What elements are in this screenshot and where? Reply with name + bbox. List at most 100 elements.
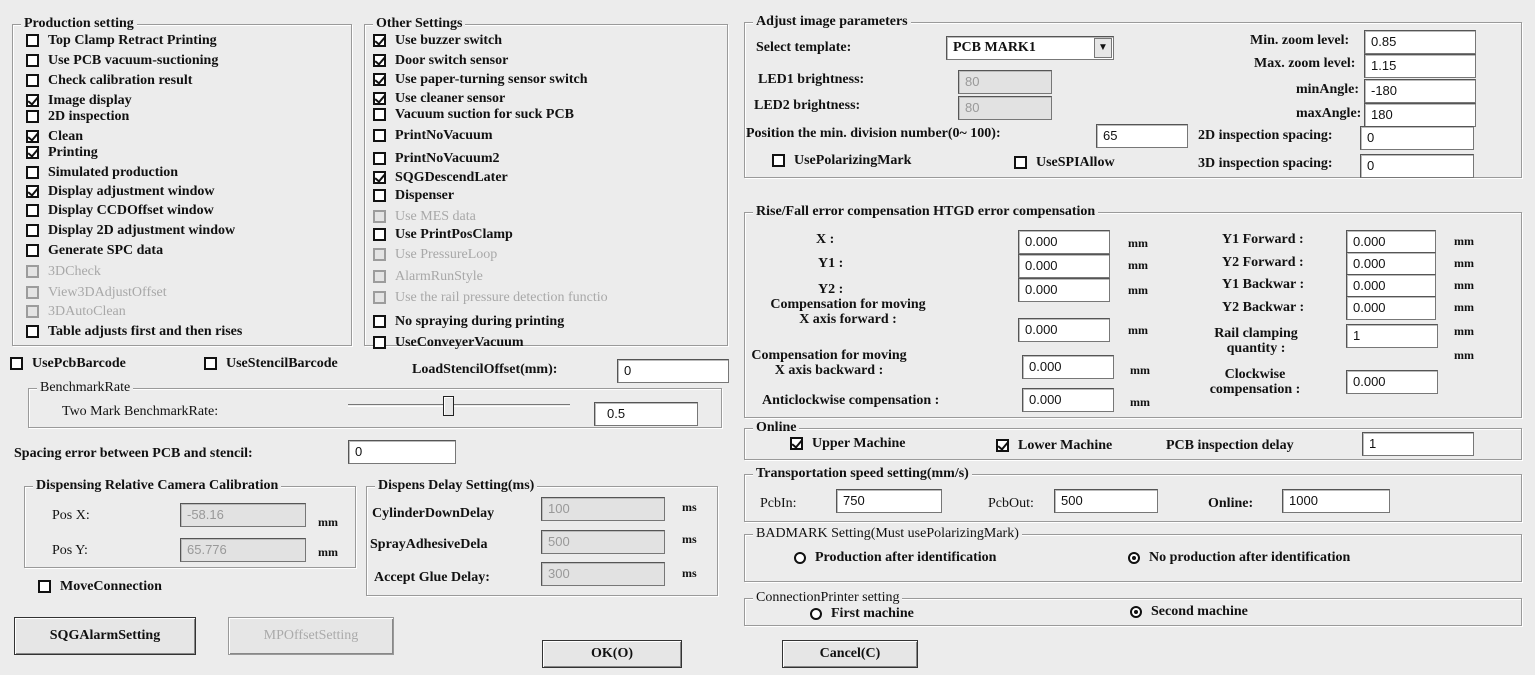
- inspection-2d-spacing-input[interactable]: 0: [1360, 126, 1474, 150]
- checkbox-display-2d-adjustment-window[interactable]: Display 2D adjustment window: [26, 221, 235, 240]
- template-select[interactable]: PCB MARK1 ▼: [946, 36, 1114, 60]
- connection-option-second[interactable]: Second machine: [1130, 604, 1248, 620]
- dispensing-calibration-title: Dispensing Relative Camera Calibration: [33, 478, 282, 494]
- spacing-error-input[interactable]: 0: [348, 440, 456, 464]
- online-speed-input[interactable]: 1000: [1282, 489, 1390, 513]
- inspection-3d-spacing-input[interactable]: 0: [1360, 154, 1474, 178]
- connection-option-second-label: Second machine: [1151, 604, 1248, 619]
- checkbox-vacuum-suction-for-suck-pcb[interactable]: Vacuum suction for suck PCB: [373, 105, 574, 124]
- division-number-input[interactable]: 65: [1096, 124, 1188, 148]
- comp-backward-input[interactable]: 0.000: [1022, 355, 1114, 379]
- checkbox-printnovacuum[interactable]: PrintNoVacuum: [373, 126, 493, 145]
- checkbox-use-pcb-vacuum-suctioning[interactable]: Use PCB vacuum-suctioning: [26, 51, 218, 70]
- checkbox-box: [996, 439, 1009, 452]
- pos-y-input[interactable]: 65.776: [180, 538, 306, 562]
- use-spi-allow-checkbox[interactable]: UseSPIAllow: [1014, 153, 1115, 172]
- spray-adhesive-delay-input[interactable]: 500: [541, 530, 665, 554]
- ok-button[interactable]: OK(O): [542, 640, 682, 668]
- checkbox-use-printposclamp[interactable]: Use PrintPosClamp: [373, 225, 513, 244]
- y1-backward-input[interactable]: 0.000: [1346, 274, 1436, 298]
- checkbox-label: No spraying during printing: [395, 313, 565, 329]
- checkbox-use-mes-data[interactable]: Use MES data: [373, 207, 476, 226]
- checkbox-generate-spc-data[interactable]: Generate SPC data: [26, 241, 163, 260]
- move-connection-checkbox[interactable]: MoveConnection: [38, 577, 162, 596]
- comp-anticlockwise-input[interactable]: 0.000: [1022, 388, 1114, 412]
- comp-x-input[interactable]: 0.000: [1018, 230, 1110, 254]
- checkbox-printing[interactable]: Printing: [26, 143, 98, 162]
- y2-forward-unit: mm: [1454, 256, 1474, 270]
- connection-option-first[interactable]: First machine: [810, 606, 914, 622]
- checkbox-label: Display adjustment window: [48, 183, 215, 199]
- move-connection-label: MoveConnection: [60, 578, 162, 594]
- slider-thumb[interactable]: [443, 396, 454, 416]
- y2-forward-input[interactable]: 0.000: [1346, 252, 1436, 276]
- accept-glue-delay-input[interactable]: 300: [541, 562, 665, 586]
- checkbox-box: [26, 286, 39, 299]
- clockwise-compensation-input[interactable]: 0.000: [1346, 370, 1438, 394]
- checkbox-door-switch-sensor[interactable]: Door switch sensor: [373, 51, 508, 70]
- checkbox-display-adjustment-window[interactable]: Display adjustment window: [26, 182, 214, 201]
- use-stencil-barcode-checkbox[interactable]: UseStencilBarcode: [204, 354, 338, 373]
- pos-x-input[interactable]: -58.16: [180, 503, 306, 527]
- max-angle-input[interactable]: 180: [1364, 103, 1476, 127]
- use-polarizing-mark-checkbox[interactable]: UsePolarizingMark: [772, 151, 911, 170]
- checkbox-useconveyervacuum[interactable]: UseConveyerVacuum: [373, 333, 524, 352]
- benchmark-rate-input[interactable]: 0.5: [594, 402, 698, 426]
- checkbox-label: PrintNoVacuum: [395, 127, 493, 143]
- min-zoom-input[interactable]: 0.85: [1364, 30, 1476, 54]
- rail-clamping-input[interactable]: 1: [1346, 324, 1438, 348]
- checkbox-3dcheck[interactable]: 3DCheck: [26, 262, 101, 281]
- checkbox-table-adjusts-first-and-then-rises[interactable]: Table adjusts first and then rises: [26, 322, 242, 341]
- checkbox-dispenser[interactable]: Dispenser: [373, 186, 454, 205]
- checkbox-label: Display CCDOffset window: [48, 202, 214, 218]
- checkbox-sqgdescendlater[interactable]: SQGDescendLater: [373, 168, 508, 187]
- pcb-inspection-delay-input[interactable]: 1: [1362, 432, 1474, 456]
- y2-backward-input[interactable]: 0.000: [1346, 296, 1436, 320]
- pcbin-input[interactable]: 750: [836, 489, 942, 513]
- badmark-option-no-production[interactable]: No production after identification: [1128, 550, 1350, 566]
- checkbox-no-spraying-during-printing[interactable]: No spraying during printing: [373, 312, 564, 331]
- checkbox-use-the-rail-pressure-detection-functio[interactable]: Use the rail pressure detection functio: [373, 288, 608, 307]
- max-zoom-input[interactable]: 1.15: [1364, 54, 1476, 78]
- checkbox-display-ccdoffset-window[interactable]: Display CCDOffset window: [26, 201, 214, 220]
- cylinder-down-delay-input[interactable]: 100: [541, 497, 665, 521]
- led1-brightness-input[interactable]: 80: [958, 70, 1052, 94]
- checkbox-printnovacuum2[interactable]: PrintNoVacuum2: [373, 149, 500, 168]
- cancel-button[interactable]: Cancel(C): [782, 640, 918, 668]
- use-pcb-barcode-checkbox[interactable]: UsePcbBarcode: [10, 354, 126, 373]
- load-stencil-offset-input[interactable]: 0: [617, 359, 729, 383]
- benchmark-slider[interactable]: [348, 396, 570, 418]
- cylinder-down-delay-unit: ms: [682, 500, 697, 514]
- checkbox-top-clamp-retract-printing[interactable]: Top Clamp Retract Printing: [26, 31, 217, 50]
- mp-offset-setting-button[interactable]: MPOffsetSetting: [228, 617, 394, 655]
- chevron-down-icon[interactable]: ▼: [1094, 38, 1112, 58]
- comp-y2-input[interactable]: 0.000: [1018, 278, 1110, 302]
- lower-machine-checkbox[interactable]: Lower Machine: [996, 436, 1112, 455]
- checkbox-box: [373, 54, 386, 67]
- checkbox-box: [373, 129, 386, 142]
- checkbox-label: UseConveyerVacuum: [395, 334, 524, 350]
- upper-machine-checkbox[interactable]: Upper Machine: [790, 434, 905, 453]
- y1-forward-input[interactable]: 0.000: [1346, 230, 1436, 254]
- checkbox-label: Use the rail pressure detection functio: [395, 289, 608, 305]
- checkbox-3dautoclean[interactable]: 3DAutoClean: [26, 302, 126, 321]
- checkbox-label: PrintNoVacuum2: [395, 150, 500, 166]
- checkbox-label: Top Clamp Retract Printing: [48, 32, 217, 48]
- checkbox-simulated-production[interactable]: Simulated production: [26, 163, 178, 182]
- checkbox-2d-inspection[interactable]: 2D inspection: [26, 107, 129, 126]
- checkbox-label: Generate SPC data: [48, 242, 164, 258]
- comp-y1-input[interactable]: 0.000: [1018, 254, 1110, 278]
- pcbout-input[interactable]: 500: [1054, 489, 1158, 513]
- led2-brightness-input[interactable]: 80: [958, 96, 1052, 120]
- checkbox-alarmrunstyle[interactable]: AlarmRunStyle: [373, 267, 483, 286]
- checkbox-use-buzzer-switch[interactable]: Use buzzer switch: [373, 31, 502, 50]
- sqg-alarm-setting-button[interactable]: SQGAlarmSetting: [14, 617, 196, 655]
- checkbox-check-calibration-result[interactable]: Check calibration result: [26, 71, 192, 90]
- dispens-delay-title: Dispens Delay Setting(ms): [375, 478, 538, 494]
- checkbox-use-pressureloop[interactable]: Use PressureLoop: [373, 245, 497, 264]
- comp-forward-input[interactable]: 0.000: [1018, 318, 1110, 342]
- badmark-option-production[interactable]: Production after identification: [794, 550, 996, 566]
- min-angle-input[interactable]: -180: [1364, 79, 1476, 103]
- checkbox-use-paper-turning-sensor-switch[interactable]: Use paper-turning sensor switch: [373, 70, 588, 89]
- checkbox-view3dadjustoffset[interactable]: View3DAdjustOffset: [26, 283, 167, 302]
